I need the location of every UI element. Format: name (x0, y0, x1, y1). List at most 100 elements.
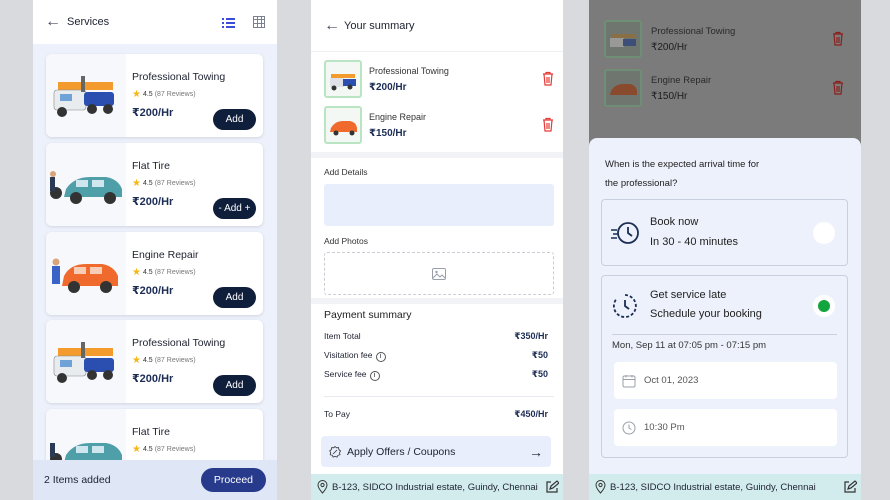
service-price: ₹200/Hr (132, 285, 174, 297)
summary-item: Professional Towing ₹200/Hr (324, 60, 554, 100)
engine-repair-illustration (46, 232, 126, 315)
rating-value: 4.5 (142, 446, 153, 453)
cart-footer: 2 Items added Proceed (33, 460, 277, 500)
list-view-icon[interactable] (222, 16, 237, 28)
calendar-icon (622, 374, 636, 387)
service-name: Flat Tire (132, 160, 170, 172)
rating-value: 4.5 (142, 269, 153, 276)
option-title: Book now (650, 216, 699, 228)
radio-button-selected[interactable] (813, 295, 835, 317)
engine-repair-thumbnail (604, 69, 642, 107)
services-screen: ← Services Professional Towing ★ 4.5 (87 R… (33, 0, 277, 500)
divider (311, 152, 563, 158)
proceed-button[interactable]: Proceed (200, 468, 266, 492)
row-value: ₹50 (531, 350, 548, 360)
date-field[interactable]: Oct 01, 2023 (614, 362, 837, 399)
visitation-fee-row: Visitation fee i ₹50 (324, 350, 548, 362)
service-card[interactable]: Flat Tire ★ 4.5 (87 Reviews) ₹200/Hr - Add… (46, 143, 263, 226)
apply-offers-button[interactable]: Apply Offers / Coupons → (321, 436, 551, 467)
schedule-clock-icon (613, 294, 637, 318)
service-rating: ★ 4.5 (87 Reviews) (132, 267, 196, 278)
photo-upload-area[interactable] (324, 252, 554, 295)
service-rating: ★ 4.5 (87 Reviews) (132, 355, 196, 366)
option-subtitle: Schedule your booking (650, 308, 762, 320)
service-fee-row: Service fee i ₹50 (324, 369, 548, 381)
service-name: Professional Towing (132, 337, 226, 349)
items-added-count: 2 Items added (44, 474, 111, 486)
service-rating: ★ 4.5 (87 Reviews) (132, 178, 196, 189)
info-icon[interactable]: i (369, 371, 380, 381)
item-name: Professional Towing (651, 26, 736, 37)
service-card[interactable]: Professional Towing ★ 4.5 (87 Reviews) ₹20… (46, 320, 263, 403)
row-value: ₹50 (531, 369, 548, 379)
back-arrow-icon[interactable]: ← (45, 13, 65, 31)
location-pin-icon (595, 480, 606, 494)
dimmed-background: Professional Towing ₹200/Hr Engine Repai… (589, 0, 861, 138)
info-icon[interactable]: i (375, 352, 386, 362)
star-icon: ★ (132, 178, 141, 189)
time-field[interactable]: 10:30 Pm (614, 409, 837, 446)
service-card[interactable]: Engine Repair ★ 4.5 (87 Reviews) ₹200/Hr A… (46, 232, 263, 315)
offer-badge-icon (329, 445, 341, 458)
trash-icon[interactable] (542, 71, 554, 86)
schedule-later-option[interactable]: Get service late Schedule your booking M… (601, 275, 848, 458)
location-pin-icon (317, 480, 328, 494)
service-card[interactable]: Professional Towing ★ 4.5 (87 Reviews) ₹20… (46, 54, 263, 137)
to-pay-row: To Pay ₹450/Hr (324, 409, 548, 420)
row-label: Item Total (324, 331, 361, 341)
star-icon: ★ (132, 89, 141, 100)
summary-item: Engine Repair ₹150/Hr (604, 69, 854, 109)
review-count: (87 Reviews) (154, 357, 196, 364)
payment-summary-title: Payment summary (324, 309, 412, 321)
date-value: Oct 01, 2023 (644, 375, 699, 386)
rating-value: 4.5 (142, 180, 153, 187)
address-text: B-123, SIDCO Industrial estate, Guindy, … (610, 481, 816, 493)
rating-value: 4.5 (142, 357, 153, 364)
address-bar: B-123, SIDCO Industrial estate, Guindy, … (589, 474, 861, 500)
item-total-row: Item Total ₹350/Hr (324, 331, 548, 342)
tow-truck-thumbnail (324, 60, 362, 98)
tow-truck-thumbnail (604, 20, 642, 58)
summary-item: Engine Repair ₹150/Hr (324, 106, 554, 146)
schedule-screen: Professional Towing ₹200/Hr Engine Repai… (589, 0, 861, 500)
book-now-option[interactable]: Book now In 30 - 40 minutes (601, 199, 848, 266)
tow-truck-illustration (46, 320, 126, 403)
star-icon: ★ (132, 355, 141, 366)
grid-view-icon[interactable] (253, 16, 265, 28)
selected-slot-text: Mon, Sep 11 at 07:05 pm - 07:15 pm (612, 340, 767, 351)
item-price: ₹200/Hr (369, 82, 407, 93)
trash-icon[interactable] (542, 117, 554, 132)
row-value: ₹350/Hr (514, 331, 548, 341)
arrival-time-sheet: When is the expected arrival time for th… (589, 138, 861, 500)
clock-icon (622, 421, 636, 434)
option-title: Get service late (650, 289, 727, 301)
item-price: ₹150/Hr (369, 128, 407, 139)
divider (324, 396, 554, 397)
back-arrow-icon[interactable]: ← (324, 17, 344, 35)
to-pay-value: ₹450/Hr (514, 409, 548, 419)
add-button[interactable]: Add (213, 375, 256, 396)
trash-icon (833, 80, 843, 95)
to-pay-label: To Pay (324, 409, 350, 419)
item-name: Professional Towing (369, 66, 449, 76)
trash-icon (833, 31, 843, 46)
edit-icon[interactable] (545, 480, 559, 494)
image-icon (432, 267, 446, 280)
quantity-stepper[interactable]: - Add + (213, 198, 256, 219)
details-input[interactable] (324, 184, 554, 226)
add-button[interactable]: Add (213, 287, 256, 308)
flat-tire-illustration (46, 143, 126, 226)
radio-button[interactable] (813, 222, 835, 244)
fast-clock-icon (611, 222, 639, 244)
add-details-label: Add Details (324, 167, 368, 177)
item-name: Engine Repair (651, 75, 712, 86)
rating-value: 4.5 (142, 91, 153, 98)
review-count: (87 Reviews) (154, 180, 196, 187)
edit-icon[interactable] (843, 480, 857, 494)
item-price: ₹150/Hr (651, 91, 688, 102)
star-icon: ★ (132, 444, 141, 455)
services-header: ← Services (33, 0, 277, 44)
service-name: Engine Repair (132, 249, 199, 261)
add-button[interactable]: Add (213, 109, 256, 130)
row-label: Visitation fee (324, 350, 373, 360)
